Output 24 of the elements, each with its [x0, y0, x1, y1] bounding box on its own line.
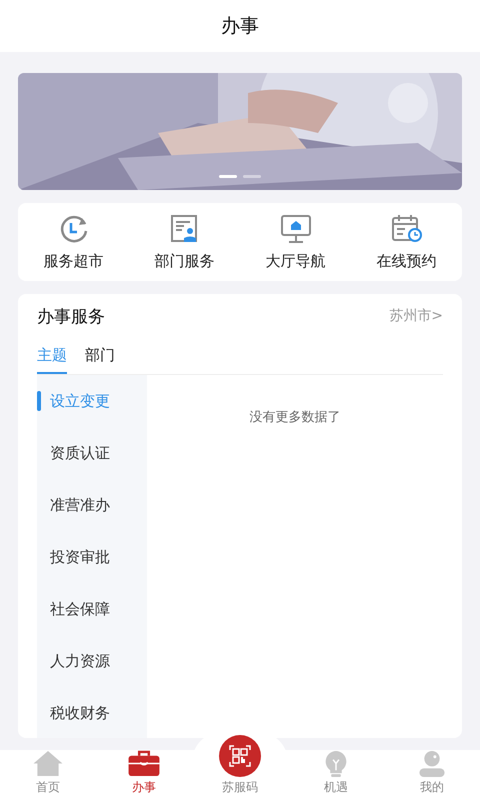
calendar-icon — [390, 214, 422, 244]
category-item[interactable]: 准营准办 — [37, 479, 147, 531]
category-item[interactable]: 资质认证 — [37, 427, 147, 479]
shortcut-button[interactable]: 大厅导航 — [240, 203, 351, 281]
category-item[interactable]: 税收财务 — [37, 687, 147, 739]
monitor-icon — [280, 214, 312, 244]
shortcut-button[interactable]: 服务超市 — [18, 203, 129, 281]
shortcut-button[interactable]: 部门服务 — [129, 203, 240, 281]
qr-code-icon — [219, 735, 261, 777]
nav-item[interactable]: 我的 — [384, 750, 480, 800]
category-item[interactable]: 社会保障 — [37, 583, 147, 635]
document-person-icon — [170, 214, 200, 244]
nav-item[interactable]: 首页 — [0, 750, 96, 800]
empty-message: 没有更多数据了 — [250, 409, 340, 427]
section-title: 办事服务 — [37, 306, 105, 328]
selection-bar-icon — [37, 391, 41, 411]
category-item[interactable]: 投资审批 — [37, 531, 147, 583]
nav-item[interactable]: 机遇 — [288, 750, 384, 800]
category-item[interactable]: 人力资源 — [37, 635, 147, 687]
page-title: 办事 — [221, 14, 259, 39]
home-icon — [32, 750, 64, 777]
tab[interactable]: 部门 — [85, 338, 115, 374]
shortcut-button[interactable]: 在线预约 — [351, 203, 462, 281]
nav-item[interactable]: 办事 — [96, 750, 192, 800]
